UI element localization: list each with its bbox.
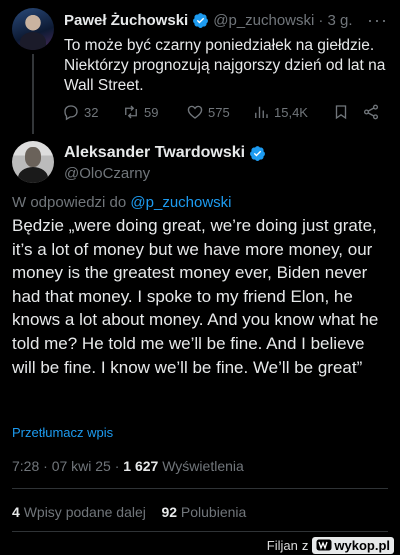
- verified-badge-icon: [193, 13, 209, 28]
- reply-context: W odpowiedzi do @p_zuchowski: [12, 194, 232, 211]
- views-button[interactable]: 15,4K: [252, 103, 308, 121]
- views-icon: [255, 106, 268, 118]
- repost-icon: [125, 105, 137, 119]
- post-time[interactable]: · 3 g.: [318, 12, 352, 29]
- parent-post[interactable]: Paweł Żuchowski @p_zuchowski · 3 g. ··· …: [0, 0, 400, 135]
- wykop-logo-icon: [316, 539, 332, 551]
- post-time[interactable]: 7:28 · 07 kwi 25 ·: [12, 458, 123, 474]
- author-name-row: Aleksander Twardowski: [64, 144, 266, 162]
- reposts-count: 4: [12, 504, 20, 520]
- bookmark-button[interactable]: [332, 103, 350, 121]
- action-bar: 32 59 575 15,4K: [62, 101, 388, 123]
- author-handle[interactable]: @OloCzarny: [64, 165, 150, 182]
- likes-stat[interactable]: 92 Polubienia: [161, 504, 246, 520]
- watermark: Filjan z wykop.pl: [267, 536, 394, 554]
- avatar[interactable]: [12, 8, 54, 50]
- post-stats: 4 Wpisy podane dalej 92 Polubienia: [12, 504, 246, 520]
- reposts-label: Wpisy podane dalej: [23, 504, 146, 520]
- watermark-user: Filjan: [266, 537, 298, 553]
- share-button[interactable]: [362, 103, 380, 121]
- post-text: Będzie „were doing great, we’re doing ju…: [12, 216, 379, 377]
- reply-count: 32: [84, 104, 99, 120]
- post-text: To może być czarny poniedziałek na giełd…: [64, 37, 386, 94]
- wykop-brand: wykop.pl: [334, 537, 390, 553]
- thread-line: [32, 54, 34, 134]
- repost-button[interactable]: 59: [122, 103, 158, 121]
- reply-icon: [64, 105, 78, 121]
- watermark-sep: z: [301, 537, 309, 553]
- author-name[interactable]: Paweł Żuchowski: [64, 12, 188, 29]
- post-meta: 7:28 · 07 kwi 25 · 1 627 Wyświetlenia: [12, 458, 244, 474]
- likes-label: Polubienia: [180, 504, 247, 520]
- views-count: 15,4K: [274, 104, 308, 120]
- parent-post-header: Paweł Żuchowski @p_zuchowski · 3 g.: [64, 12, 353, 29]
- reply-handle-link[interactable]: @p_zuchowski: [130, 194, 231, 211]
- reply-prefix: W odpowiedzi do: [12, 194, 127, 211]
- bookmark-icon: [335, 105, 347, 120]
- reply-button[interactable]: 32: [62, 103, 98, 121]
- like-button[interactable]: 575: [186, 103, 230, 121]
- author-name[interactable]: Aleksander Twardowski: [64, 144, 245, 162]
- divider: [12, 488, 388, 489]
- author-handle[interactable]: @p_zuchowski: [213, 12, 314, 29]
- views-label: Wyświetlenia: [162, 458, 244, 474]
- heart-icon: [187, 105, 203, 119]
- share-icon: [363, 104, 379, 120]
- repost-count: 59: [144, 104, 159, 120]
- divider: [12, 531, 388, 532]
- wykop-logo: wykop.pl: [312, 536, 394, 554]
- reposts-stat[interactable]: 4 Wpisy podane dalej: [12, 504, 146, 520]
- likes-count: 92: [161, 504, 178, 520]
- translate-link[interactable]: Przetłumacz wpis: [12, 425, 113, 440]
- verified-badge-icon: [250, 145, 266, 161]
- like-count: 575: [208, 104, 230, 120]
- views-count: 1 627: [123, 458, 159, 474]
- more-options-icon[interactable]: ···: [367, 10, 388, 31]
- avatar[interactable]: [12, 141, 54, 183]
